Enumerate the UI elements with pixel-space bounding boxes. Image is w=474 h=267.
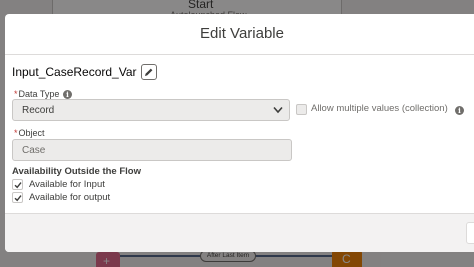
checkmark-icon	[14, 194, 22, 201]
variable-name-row: Input_CaseRecord_Var	[12, 64, 157, 80]
info-icon[interactable]: i	[63, 90, 72, 99]
allow-multiple-label: Allow multiple values (collection)	[311, 103, 448, 114]
checkmark-icon	[14, 181, 22, 188]
chevron-down-icon	[273, 106, 283, 114]
modal-body: Input_CaseRecord_Var *Data Type i Record…	[5, 55, 474, 213]
data-type-label: *Data Type	[14, 89, 60, 99]
available-for-output-label: Available for output	[29, 192, 111, 203]
available-for-output-checkbox[interactable]	[12, 192, 23, 203]
edit-name-button[interactable]	[140, 64, 157, 80]
variable-api-name: Input_CaseRecord_Var	[12, 65, 137, 79]
data-type-select[interactable]: Record	[12, 99, 290, 121]
pencil-icon	[144, 68, 152, 76]
available-for-input-row[interactable]: Available for Input	[12, 179, 105, 190]
available-for-output-row[interactable]: Available for output	[12, 192, 110, 203]
info-icon[interactable]: i	[455, 106, 464, 115]
modal-title: Edit Variable	[200, 25, 284, 42]
required-marker: *	[14, 89, 18, 99]
availability-heading: Availability Outside the Flow	[12, 166, 141, 177]
flow-builder-stage: Start Autolaunched Flow + After Last Ite…	[0, 0, 474, 267]
available-for-input-label: Available for Input	[29, 179, 105, 190]
required-marker: *	[14, 128, 18, 138]
edit-variable-modal: Edit Variable Input_CaseRecord_Var *Data…	[5, 14, 474, 252]
object-input[interactable]	[13, 140, 291, 161]
data-type-value: Record	[22, 105, 55, 116]
modal-header: Edit Variable	[5, 14, 474, 55]
cancel-button[interactable]	[466, 222, 474, 244]
allow-multiple-checkbox[interactable]	[296, 104, 307, 115]
object-label: *Object	[14, 128, 45, 138]
object-field[interactable]	[12, 139, 292, 161]
modal-footer	[5, 213, 474, 252]
available-for-input-checkbox[interactable]	[12, 179, 23, 190]
